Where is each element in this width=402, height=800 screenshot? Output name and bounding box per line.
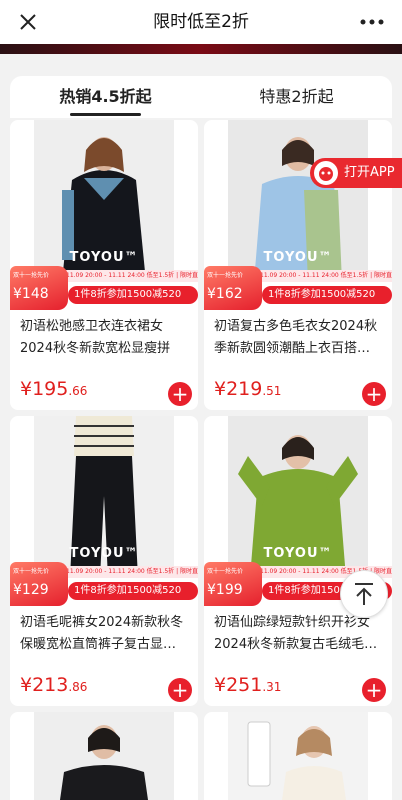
top-bar: 限时低至2折 — [0, 0, 402, 44]
promo-badge: 双十一抢先价 ¥148 — [10, 266, 68, 310]
header-banner — [0, 44, 402, 54]
promo-tag: 双十一抢先价 — [13, 568, 50, 575]
product-title: 初语毛呢裤女2024新款秋冬保暖宽松直筒裤子复古显… — [20, 615, 184, 652]
tab-bar: 热销4.5折起 特惠2折起 — [10, 76, 392, 118]
promo-pill: 1件8折参加1500减520 — [68, 582, 198, 600]
product-price: ¥213.86 — [20, 674, 88, 696]
brand-label: TOYOU™ — [69, 546, 139, 561]
promo-badge: 双十一抢先价 ¥162 — [204, 266, 262, 310]
badge-price: ¥199 — [207, 582, 243, 598]
open-app-button[interactable]: 打开APP — [310, 158, 402, 188]
promo-badge: 双十一抢先价 ¥199 — [204, 562, 262, 606]
arrow-up-icon — [355, 583, 373, 605]
promo-pill: 1件8折参加1500减520 — [68, 286, 198, 304]
product-card[interactable]: TOYOU™ 11.09 20:00 - 11.11 24:00 低至1.5折 … — [204, 416, 392, 706]
product-image — [34, 712, 174, 800]
product-title: 初语仙踪绿短款针织开衫女2024秋冬新款复古毛绒毛… — [214, 615, 378, 652]
promo-tag: 双十一抢先价 — [207, 272, 244, 279]
promo-banner: 11.09 20:00 - 11.11 24:00 低至1.5折 | 限时直减 … — [204, 266, 392, 310]
more-icon[interactable] — [358, 10, 386, 34]
badge-price: ¥162 — [207, 286, 243, 302]
product-image — [228, 712, 368, 800]
product-price: ¥219.51 — [214, 378, 282, 400]
promo-tag: 双十一抢先价 — [13, 272, 50, 279]
add-to-cart-button[interactable]: + — [362, 382, 386, 406]
tab-special-offer[interactable]: 特惠2折起 — [201, 76, 392, 118]
promo-small: 11.09 20:00 - 11.11 24:00 低至1.5折 | 限时直减 … — [260, 270, 392, 282]
back-to-top-button[interactable] — [340, 570, 388, 618]
badge-price: ¥129 — [13, 582, 49, 598]
tab-hot-sale[interactable]: 热销4.5折起 — [10, 76, 201, 118]
promo-banner: 11.09 20:00 - 11.11 24:00 低至1.5折 | 限时直减 … — [10, 266, 198, 310]
product-title: 初语复古多色毛衣女2024秋季新款圆领潮酷上衣百搭… — [214, 319, 378, 356]
product-title: 初语松弛感卫衣连衣裙女2024秋冬新款宽松显瘦拼接… — [20, 319, 171, 356]
promo-badge: 双十一抢先价 ¥129 — [10, 562, 68, 606]
promo-tag: 双十一抢先价 — [207, 568, 244, 575]
promo-pill: 1件8折参加1500减520 — [262, 286, 392, 304]
add-to-cart-button[interactable]: + — [168, 678, 192, 702]
product-price: ¥251.31 — [214, 674, 282, 696]
app-logo-icon — [314, 161, 338, 185]
product-card[interactable]: TOYOU™ 11.09 20:00 - 11.11 24:00 低至1.5折 … — [10, 120, 198, 410]
promo-small: 11.09 20:00 - 11.11 24:00 低至1.5折 | 限时直减 … — [66, 270, 198, 282]
badge-price: ¥148 — [13, 286, 49, 302]
add-to-cart-button[interactable]: + — [168, 382, 192, 406]
brand-label: TOYOU™ — [263, 250, 333, 265]
product-price: ¥195.66 — [20, 378, 88, 400]
brand-label: TOYOU™ — [69, 250, 139, 265]
page-title: 限时低至2折 — [153, 12, 249, 32]
product-card[interactable] — [10, 712, 198, 800]
product-card[interactable] — [204, 712, 392, 800]
brand-label: TOYOU™ — [263, 546, 333, 561]
promo-small: 11.09 20:00 - 11.11 24:00 低至1.5折 | 限时直减 … — [66, 566, 198, 578]
product-card[interactable]: TOYOU™ 11.09 20:00 - 11.11 24:00 低至1.5折 … — [10, 416, 198, 706]
add-to-cart-button[interactable]: + — [362, 678, 386, 702]
promo-banner: 11.09 20:00 - 11.11 24:00 低至1.5折 | 限时直减 … — [10, 562, 198, 606]
